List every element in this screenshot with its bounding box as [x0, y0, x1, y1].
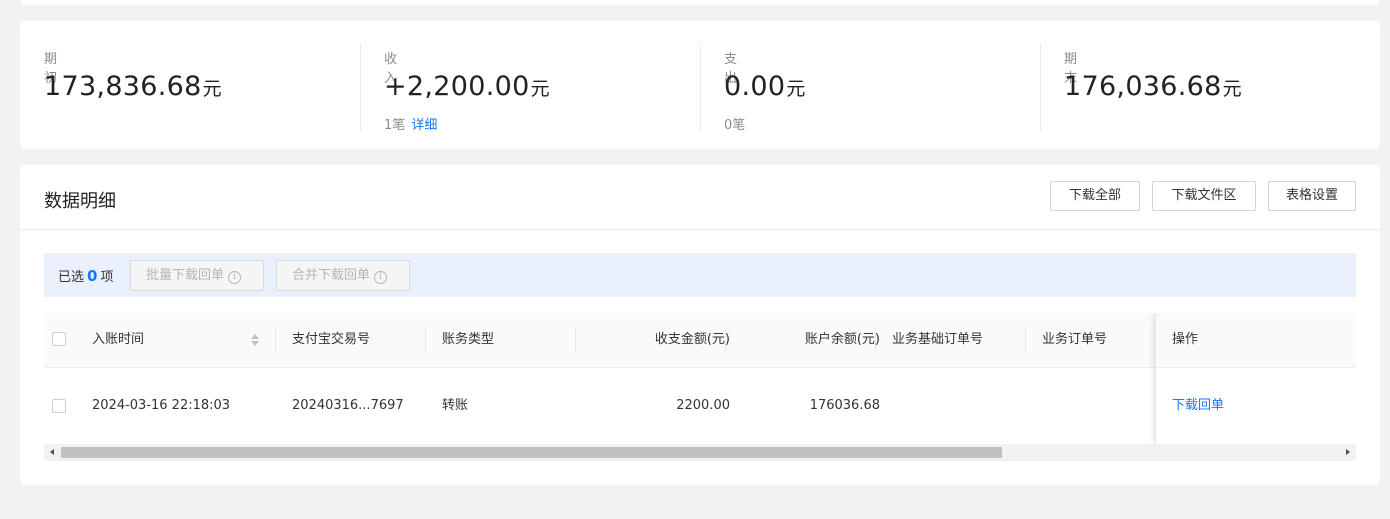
- download-receipt-link[interactable]: 下载回单: [1172, 398, 1224, 413]
- scroll-left-icon[interactable]: [44, 444, 61, 461]
- col-header-base-order: 业务基础订单号: [892, 332, 984, 347]
- stat-closing-unit: 元: [1222, 78, 1242, 100]
- stat-expense-value: 0.00: [724, 71, 786, 102]
- col-header-action-cell: 操作: [1156, 313, 1356, 368]
- cell-trade-no: 20240316...7697: [292, 398, 404, 413]
- stat-income-amount: +2,200.00元: [384, 71, 550, 102]
- stat-income-count: 1笔: [384, 118, 406, 133]
- header-divider: [20, 229, 1380, 230]
- col-header-trade-no: 支付宝交易号: [292, 332, 371, 347]
- col-header-amount: 收支金额(元): [654, 332, 730, 347]
- stat-income-sub: 1笔 详细: [384, 114, 437, 133]
- scrollbar-thumb[interactable]: [61, 447, 1002, 458]
- stat-divider: [700, 43, 701, 131]
- scroll-right-icon[interactable]: [1339, 444, 1356, 461]
- download-files-button[interactable]: 下载文件区: [1152, 181, 1256, 211]
- column-separator[interactable]: [875, 328, 876, 352]
- row-checkbox[interactable]: [52, 399, 66, 413]
- col-header-balance: 账户余额(元): [804, 332, 880, 347]
- stat-income-unit: 元: [530, 78, 550, 100]
- stat-divider: [1040, 43, 1041, 131]
- info-icon: i: [374, 271, 388, 284]
- income-detail-link[interactable]: 详细: [411, 118, 437, 133]
- col-header-time[interactable]: 入账时间: [92, 313, 144, 367]
- stat-expense-unit: 元: [786, 78, 806, 100]
- column-separator[interactable]: [425, 328, 426, 352]
- col-header-action: 操作: [1172, 332, 1199, 347]
- action-cell: 下载回单: [1156, 368, 1356, 444]
- merge-download-label: 合并下载回单: [292, 268, 371, 283]
- stat-opening-unit: 元: [202, 78, 222, 100]
- stat-closing-value: 176,036.68: [1064, 71, 1222, 102]
- selection-suffix: 项: [100, 270, 114, 285]
- batch-download-button[interactable]: 批量下载回单 i: [130, 260, 264, 291]
- cell-amount: 2200.00: [676, 398, 730, 413]
- stat-opening-amount: 173,836.68元: [44, 71, 222, 102]
- section-title: 数据明细: [44, 191, 116, 212]
- select-all-checkbox[interactable]: [52, 332, 66, 346]
- cell-type: 转账: [442, 398, 469, 413]
- stat-opening-value: 173,836.68: [44, 71, 202, 102]
- cell-time: 2024-03-16 22:18:03: [92, 398, 231, 413]
- column-separator[interactable]: [1025, 328, 1026, 352]
- stat-expense-count: 0笔: [724, 118, 746, 133]
- batch-download-label: 批量下载回单: [146, 268, 225, 283]
- stat-expense-sub: 0笔: [724, 114, 745, 133]
- download-all-button[interactable]: 下载全部: [1050, 181, 1140, 211]
- info-icon: i: [228, 271, 242, 284]
- selection-bar: 已选 0 项 批量下载回单 i 合并下载回单 i: [44, 253, 1356, 297]
- merge-download-button[interactable]: 合并下载回单 i: [276, 260, 410, 291]
- selection-prefix: 已选: [58, 270, 85, 285]
- stat-closing-amount: 176,036.68元: [1064, 71, 1242, 102]
- detail-card: 数据明细 下载全部 下载文件区 表格设置 已选 0 项 批量下载回单 i 合并下载回单…: [20, 165, 1380, 485]
- detail-table: 入账时间 支付宝交易号 账务类型 收支金额(元) 账户余额(元) 业务基础订单号…: [44, 313, 1356, 465]
- table-settings-button[interactable]: 表格设置: [1268, 181, 1356, 211]
- selection-summary: 已选 0 项: [58, 266, 113, 285]
- cell-balance: 176036.68: [809, 398, 880, 413]
- horizontal-scrollbar[interactable]: [44, 444, 1356, 461]
- summary-card: 期初 173,836.68元 收入 +2,200.00元 1笔 详细 支出 0.…: [20, 21, 1380, 149]
- col-header-order: 业务订单号: [1042, 332, 1108, 347]
- col-header-type: 账务类型: [442, 332, 495, 347]
- column-separator[interactable]: [275, 328, 276, 352]
- stat-income-value: +2,200.00: [384, 71, 530, 102]
- fixed-action-column: 操作 下载回单: [1155, 313, 1356, 444]
- stat-divider: [360, 43, 361, 131]
- stat-expense-amount: 0.00元: [724, 71, 805, 102]
- top-card-edge: [20, 0, 1380, 5]
- sort-icon[interactable]: [250, 334, 260, 348]
- selection-count: 0: [87, 267, 98, 285]
